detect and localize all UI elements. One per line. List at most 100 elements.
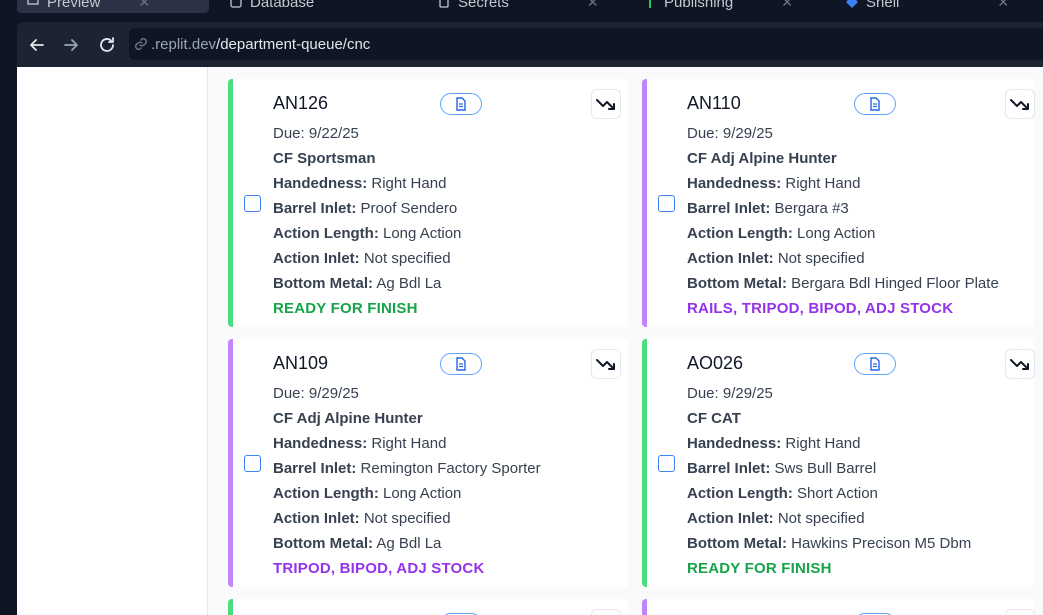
select-checkbox[interactable] [244, 455, 261, 472]
page-viewport: AN126 Due: 9/22/25 CF Sportsman Handedne… [17, 67, 1043, 615]
sidebar [17, 67, 208, 615]
order-number: AN110 [687, 93, 741, 113]
ide-tab-database[interactable]: Database [220, 0, 324, 13]
ide-tab-preview[interactable]: Preview ✕ [17, 0, 209, 13]
ide-tab-publishing[interactable]: Publishing ✕ [634, 0, 803, 13]
forward-button[interactable] [60, 34, 82, 56]
field-label: Action Inlet: [687, 510, 774, 527]
move-down-button[interactable] [1005, 349, 1035, 379]
field-label: Action Inlet: [687, 250, 774, 267]
due-date: Due: 9/22/25 [273, 125, 359, 142]
handedness-row: Handedness: Right Hand [273, 435, 446, 452]
field-value: Right Hand [785, 435, 861, 452]
view-document-button[interactable] [854, 353, 896, 375]
link-icon [134, 37, 148, 51]
select-checkbox[interactable] [658, 455, 675, 472]
close-icon[interactable]: ✕ [781, 0, 793, 11]
move-down-button[interactable] [1005, 89, 1035, 119]
close-icon[interactable]: ✕ [997, 0, 1009, 11]
order-card[interactable]: AN110 Due: 9/29/25 CF Adj Alpine Hunter … [642, 79, 1035, 327]
stock-model: CF Adj Alpine Hunter [687, 150, 837, 167]
field-label: Action Inlet: [273, 250, 360, 267]
stock-model: CF Adj Alpine Hunter [273, 410, 423, 427]
field-value: Bergara Bdl Hinged Floor Plate [791, 275, 999, 292]
ide-tab-label: Shell [866, 0, 900, 11]
trending-down-icon [596, 359, 615, 370]
select-checkbox[interactable] [244, 195, 261, 212]
field-label: Handedness: [273, 175, 368, 192]
barrel-inlet-row: Barrel Inlet: Bergara #3 [687, 200, 849, 217]
status-label: READY FOR FINISH [273, 300, 418, 317]
move-down-button[interactable] [591, 89, 621, 119]
trending-down-icon [596, 99, 615, 110]
field-label: Barrel Inlet: [273, 460, 357, 477]
document-icon [870, 97, 880, 111]
action-inlet-row: Action Inlet: Not specified [687, 510, 865, 527]
ide-tab-bar: Preview ✕ Database Secrets ✕ Publishing … [0, 0, 1043, 22]
field-value: Right Hand [785, 175, 861, 192]
bottom-metal-row: Bottom Metal: Bergara Bdl Hinged Floor P… [687, 275, 999, 292]
due-date: Due: 9/29/25 [687, 385, 773, 402]
view-document-button[interactable] [440, 93, 482, 115]
field-value: Long Action [797, 225, 876, 242]
stock-model: CF CAT [687, 410, 741, 427]
select-checkbox[interactable] [658, 195, 675, 212]
close-icon[interactable]: ✕ [138, 0, 150, 11]
field-label: Barrel Inlet: [273, 200, 357, 217]
due-date: Due: 9/29/25 [687, 125, 773, 142]
field-label: Action Length: [273, 225, 379, 242]
move-down-button[interactable] [591, 349, 621, 379]
reload-icon [100, 37, 114, 52]
url-bar[interactable]: .replit.dev/department-queue/cnc [129, 28, 1043, 60]
field-label: Barrel Inlet: [687, 200, 771, 217]
order-card[interactable]: AN109 Due: 9/29/25 CF Adj Alpine Hunter … [228, 339, 628, 587]
field-value: Not specified [363, 250, 451, 267]
barrel-inlet-row: Barrel Inlet: Remington Factory Sporter [273, 460, 541, 477]
action-inlet-row: Action Inlet: Not specified [273, 250, 451, 267]
order-card[interactable] [228, 599, 628, 615]
ide-tab-shell[interactable]: Shell ✕ [836, 0, 1019, 13]
bottom-metal-row: Bottom Metal: Ag Bdl La [273, 535, 441, 552]
field-label: Handedness: [687, 175, 782, 192]
action-length-row: Action Length: Long Action [687, 225, 875, 242]
ide-tab-secrets[interactable]: Secrets ✕ [428, 0, 609, 13]
field-value: Long Action [383, 485, 462, 502]
order-card[interactable]: AN126 Due: 9/22/25 CF Sportsman Handedne… [228, 79, 628, 327]
field-value: Not specified [363, 510, 451, 527]
order-card[interactable] [642, 599, 1035, 615]
field-label: Bottom Metal: [273, 275, 373, 292]
queue-grid: AN126 Due: 9/22/25 CF Sportsman Handedne… [208, 67, 1043, 615]
ide-tab-label: Database [250, 0, 315, 11]
arrow-right-icon [64, 39, 78, 51]
move-down-button[interactable] [591, 609, 621, 615]
view-document-button[interactable] [854, 93, 896, 115]
ide-tab-label: Secrets [458, 0, 509, 11]
trending-down-icon [1010, 359, 1029, 370]
field-label: Handedness: [273, 435, 368, 452]
handedness-row: Handedness: Right Hand [273, 175, 446, 192]
due-date: Due: 9/29/25 [273, 385, 359, 402]
shell-icon [846, 0, 858, 8]
close-icon[interactable]: ✕ [587, 0, 599, 11]
field-value: Ag Bdl La [376, 275, 442, 292]
action-inlet-row: Action Inlet: Not specified [273, 510, 451, 527]
lock-icon [439, 0, 449, 8]
handedness-row: Handedness: Right Hand [687, 175, 860, 192]
field-value: Sws Bull Barrel [774, 460, 877, 477]
field-value: Remington Factory Sporter [360, 460, 541, 477]
barrel-inlet-row: Barrel Inlet: Sws Bull Barrel [687, 460, 876, 477]
reload-button[interactable] [96, 34, 118, 56]
order-number: AN126 [273, 93, 329, 113]
order-card[interactable]: AO026 Due: 9/29/25 CF CAT Handedness: Ri… [642, 339, 1035, 587]
document-icon [456, 357, 466, 371]
browser-toolbar: .replit.dev/department-queue/cnc [17, 22, 1043, 67]
order-number: AN109 [273, 353, 329, 373]
arrow-left-icon [30, 39, 44, 51]
move-down-button[interactable] [1005, 609, 1035, 615]
field-label: Handedness: [687, 435, 782, 452]
view-document-button[interactable] [440, 353, 482, 375]
status-label: READY FOR FINISH [687, 560, 832, 577]
status-label: RAILS, TRIPOD, BIPOD, ADJ STOCK [687, 300, 954, 317]
field-label: Action Inlet: [273, 510, 360, 527]
back-button[interactable] [26, 34, 48, 56]
